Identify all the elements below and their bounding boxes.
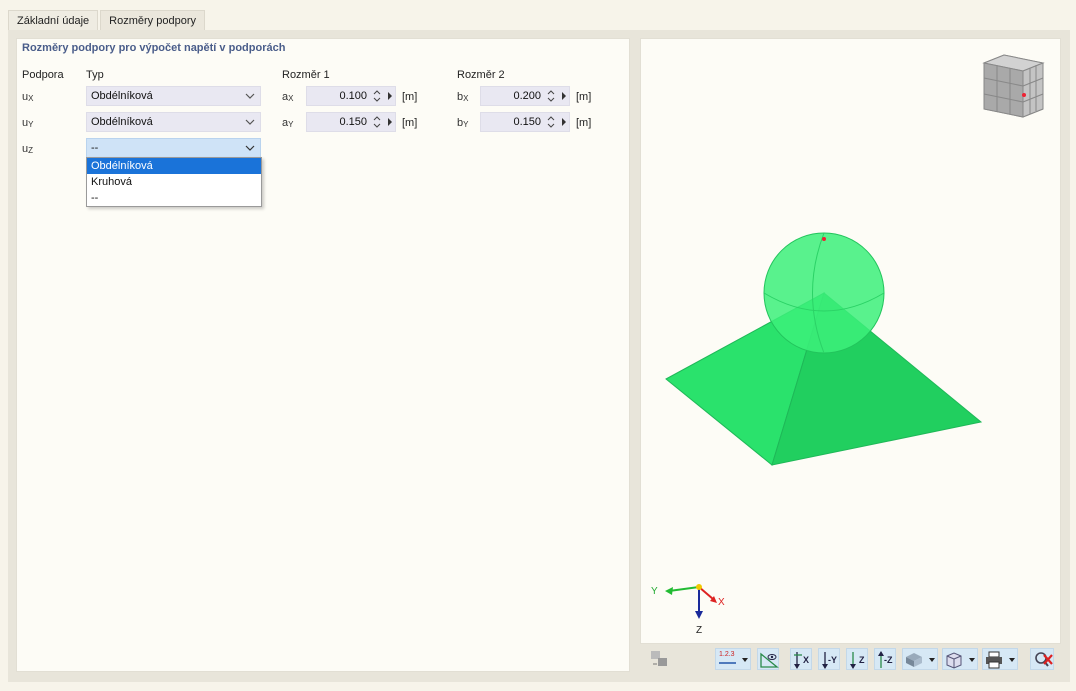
header-dim1: Rozměr 1	[282, 69, 330, 81]
support-subscript: Y	[28, 120, 34, 129]
chevron-down-icon	[245, 93, 255, 99]
dim1-unit: [m]	[402, 91, 418, 103]
dim2-subscript: X	[463, 94, 469, 103]
type-value: Obdélníková	[91, 116, 153, 128]
type-value: --	[91, 142, 99, 154]
view-x-icon	[794, 652, 802, 669]
display-mode-button[interactable]	[902, 648, 938, 670]
dropdown-option-none[interactable]: --	[87, 190, 261, 206]
play-arrow-icon[interactable]	[388, 118, 392, 126]
dim2-subscript: Y	[463, 120, 469, 129]
reset-view-button[interactable]	[648, 648, 670, 670]
view-neg-y-label: -Y	[828, 655, 837, 665]
reset-view-icon	[651, 651, 667, 666]
view-x-label: X	[803, 655, 810, 665]
type-value: Obdélníková	[91, 90, 153, 102]
dim2-value: 0.200	[513, 90, 541, 102]
close-view-icon	[1035, 652, 1053, 667]
dim2-label-ux: bX	[457, 91, 468, 103]
axis-triad-icon	[665, 584, 717, 619]
spinner-arrows-icon[interactable]	[547, 115, 555, 129]
dim1-input-ux[interactable]: 0.100	[306, 86, 396, 106]
numbering-button[interactable]: 1.2.3	[715, 648, 751, 670]
dim2-input-uy[interactable]: 0.150	[480, 112, 570, 132]
dim1-label-ux: aX	[282, 91, 293, 103]
model-3d-view[interactable]: Y X Z	[640, 38, 1061, 644]
dim2-label-uy: bY	[457, 117, 468, 129]
support-subscript: X	[28, 94, 34, 103]
tab-bar: Základní údaje Rozměry podpory	[8, 10, 207, 30]
type-dropdown-list: Obdélníková Kruhová --	[86, 157, 262, 207]
view-z-button[interactable]: Z	[846, 648, 868, 670]
dim1-subscript: Y	[288, 120, 294, 129]
model-view-icon	[946, 652, 975, 669]
numbering-icon: 1.2.3	[719, 651, 735, 658]
view-cube-icon[interactable]	[982, 54, 1045, 118]
dim2-input-ux[interactable]: 0.200	[480, 86, 570, 106]
support-subscript: Z	[28, 146, 34, 155]
play-arrow-icon[interactable]	[562, 92, 566, 100]
axis-label-z: Z	[696, 625, 703, 636]
chevron-down-icon	[245, 119, 255, 125]
dropdown-option-kruhova[interactable]: Kruhová	[87, 174, 261, 190]
dim1-unit: [m]	[402, 117, 418, 129]
show-hide-icon	[760, 652, 779, 668]
tab-rozmery-podpory[interactable]: Rozměry podpory	[100, 10, 205, 30]
display-mode-icon	[906, 653, 935, 667]
type-select-uy[interactable]: Obdélníková	[86, 112, 261, 132]
view-toolbar: 1.2.3 X -Y Z -Z	[640, 644, 1061, 672]
dim1-subscript: X	[288, 94, 294, 103]
dim1-input-uy[interactable]: 0.150	[306, 112, 396, 132]
dim1-value: 0.100	[339, 90, 367, 102]
dim2-unit: [m]	[576, 117, 592, 129]
support-sphere	[763, 232, 885, 354]
show-hide-button[interactable]	[757, 648, 779, 670]
chevron-down-icon	[245, 145, 255, 151]
spinner-arrows-icon[interactable]	[373, 115, 381, 129]
view-neg-z-label: -Z	[884, 655, 893, 665]
dim1-label-uy: aY	[282, 117, 293, 129]
play-arrow-icon[interactable]	[388, 92, 392, 100]
print-button[interactable]	[982, 648, 1018, 670]
view-neg-z-button[interactable]: -Z	[874, 648, 896, 670]
type-select-uz[interactable]: --	[86, 138, 261, 158]
support-label-uy: uY	[22, 117, 33, 129]
support-label-uz: uZ	[22, 143, 33, 155]
tab-zakladni-udaje[interactable]: Základní údaje	[8, 10, 99, 30]
view-neg-y-button[interactable]: -Y	[818, 648, 840, 670]
support-label-ux: uX	[22, 91, 33, 103]
dim2-unit: [m]	[576, 91, 592, 103]
header-dim2: Rozměr 2	[457, 69, 505, 81]
spinner-arrows-icon[interactable]	[547, 89, 555, 103]
spinner-arrows-icon[interactable]	[373, 89, 381, 103]
print-icon	[986, 651, 1015, 669]
type-select-ux[interactable]: Obdélníková	[86, 86, 261, 106]
section-title: Rozměry podpory pro výpočet napětí v pod…	[22, 42, 286, 54]
dropdown-option-obdelnikova[interactable]: Obdélníková	[87, 158, 261, 174]
header-support: Podpora	[22, 69, 64, 81]
model-view-button[interactable]	[942, 648, 978, 670]
header-type: Typ	[86, 69, 104, 81]
model-canvas[interactable]	[641, 39, 1062, 645]
axis-label-y: Y	[651, 586, 658, 597]
view-z-label: Z	[859, 655, 865, 665]
view-z-icon	[850, 652, 856, 669]
close-view-button[interactable]	[1030, 648, 1054, 670]
dim2-value: 0.150	[513, 116, 541, 128]
dim1-value: 0.150	[339, 116, 367, 128]
play-arrow-icon[interactable]	[562, 118, 566, 126]
support-dimensions-panel: Rozměry podpory pro výpočet napětí v pod…	[16, 38, 630, 672]
axis-label-x: X	[718, 597, 725, 608]
view-x-button[interactable]: X	[790, 648, 812, 670]
